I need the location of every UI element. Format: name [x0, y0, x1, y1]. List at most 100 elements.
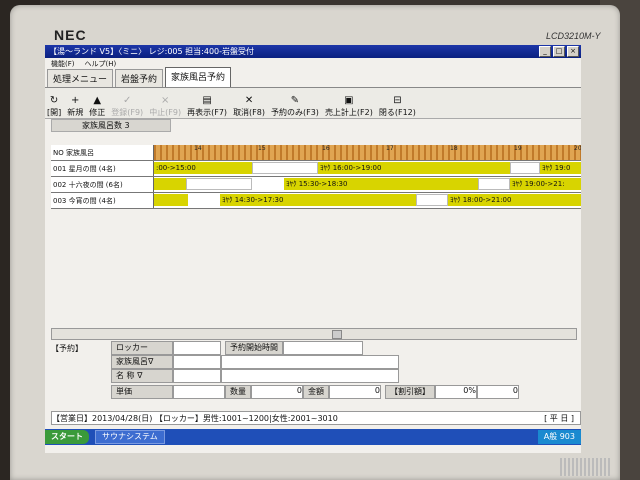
unit-price-label: 単価 — [111, 385, 173, 399]
monitor-vent — [560, 458, 610, 476]
row-timeline[interactable]: ﾖﾔｸ 15:30->18:30 ﾖﾔｸ 19:00->21: — [154, 177, 581, 192]
hour-tick: 19 — [514, 145, 522, 152]
plus-icon: + — [71, 95, 80, 106]
screen: 【湯～ランド V5】〈ミニ〉 レジ:005 担当:400-岩盤受付 _ □ × … — [45, 45, 581, 453]
hour-tick: 15 — [258, 145, 266, 152]
register-icon: ▣ — [344, 95, 354, 106]
up-arrow-icon: ▲ — [93, 95, 102, 106]
tab-menu[interactable]: 処理メニュー — [47, 69, 114, 87]
cancel-button[interactable]: ✕ 取消(F8) — [233, 95, 265, 118]
tab-family-bath[interactable]: 家族風呂予約 — [165, 67, 232, 87]
reservation-block[interactable]: :00->15:00 — [154, 162, 254, 174]
family-bath-select[interactable] — [173, 355, 221, 369]
register-button[interactable]: ✓ 登録(F9) — [111, 95, 143, 118]
reservation-block[interactable] — [154, 178, 188, 190]
status-text: 【営業日】2013/04/28(日) 【ロッカー】男性:1001~1200|女性… — [52, 413, 338, 423]
discount-amount-field[interactable]: 0 — [477, 385, 519, 399]
exit-icon: ⊟ — [393, 95, 402, 106]
row-timeline[interactable]: :00->15:00 ﾖﾔｸ 16:00->19:00 ﾖﾔｸ 19:0 — [154, 161, 581, 176]
close-screen-button[interactable]: ⊟ 閉る(F12) — [379, 95, 416, 118]
monitor-brand: NEC — [54, 27, 87, 43]
grid-header-label: NO 家族風呂 — [51, 145, 154, 160]
scroll-thumb[interactable] — [332, 330, 342, 339]
monitor-model: LCD3210M-Y — [546, 31, 601, 41]
hour-tick: 20 — [574, 145, 581, 152]
toolbar: ↻ [開] + 新規 ▲ 修正 ✓ 登録(F9) × 中止(F9) ▤ 再表示(F7) ✕ 取… — [45, 88, 581, 119]
reserve-only-button[interactable]: ✎ 予約のみ(F3) — [271, 95, 319, 118]
hour-tick: 17 — [386, 145, 394, 152]
document-icon: ▤ — [202, 95, 212, 106]
bath-name: 003 今宵の間 (4名) — [51, 193, 154, 208]
bath-count: 家族風呂数 3 — [51, 118, 171, 132]
amount-field[interactable]: 0 — [329, 385, 381, 399]
empty-slot[interactable] — [186, 178, 252, 190]
horizontal-scrollbar[interactable] — [51, 328, 577, 340]
reservation-block[interactable] — [154, 194, 188, 206]
post-sales-button[interactable]: ▣ 売上計上(F2) — [325, 95, 373, 118]
empty-slot[interactable] — [416, 194, 448, 206]
pencil-icon: ✎ — [290, 95, 300, 106]
menu-bar: 機能(F) ヘルプ(H) — [45, 58, 581, 69]
status-bar: 【営業日】2013/04/28(日) 【ロッカー】男性:1001~1200|女性… — [51, 411, 581, 425]
maximize-button[interactable]: □ — [553, 46, 565, 57]
reservation-block[interactable]: ﾖﾔｸ 19:00->21: — [510, 178, 581, 190]
name-label: 名 称 ∇ — [111, 369, 173, 383]
empty-slot[interactable] — [510, 162, 540, 174]
count-bar: 家族風呂数 3 — [45, 118, 581, 132]
bath-name: 002 十六夜の間 (6名) — [51, 177, 154, 192]
row-timeline[interactable]: ﾖﾔｸ 14:30->17:30 ﾖﾔｸ 18:00->21:00 — [154, 193, 581, 208]
form-section-label: 【予約】 — [51, 343, 83, 353]
new-button[interactable]: + 新規 — [67, 95, 83, 118]
reservation-block[interactable]: ﾖﾔｸ 14:30->17:30 — [220, 194, 418, 206]
discount-percent-field[interactable]: 0% — [435, 385, 477, 399]
table-row[interactable]: 001 星月の間 (4名) :00->15:00 ﾖﾔｸ 16:00->19:0… — [51, 161, 581, 177]
reservation-form: 【予約】 ロッカー 予約開始時間 家族風呂∇ 名 称 ∇ 単価 数量 0 金額 … — [51, 341, 579, 399]
hour-tick: 18 — [450, 145, 458, 152]
close-button[interactable]: × — [567, 46, 579, 57]
day-type-badge: [ 平 日 ] — [544, 413, 574, 423]
family-bath-name-field[interactable] — [221, 355, 399, 369]
system-tray[interactable]: A般 903 — [537, 430, 581, 444]
x-icon: × — [160, 95, 170, 106]
start-time-field[interactable] — [283, 341, 363, 355]
start-button[interactable]: スタート — [45, 430, 89, 444]
family-bath-label: 家族風呂∇ — [111, 355, 173, 369]
quantity-label: 数量 — [225, 385, 251, 399]
bath-name: 001 星月の間 (4名) — [51, 161, 154, 176]
open-button[interactable]: ↻ [開] — [47, 95, 61, 118]
redisplay-button[interactable]: ▤ 再表示(F7) — [187, 95, 227, 118]
locker-label: ロッカー — [111, 341, 173, 355]
hour-ruler: 14 15 16 17 18 19 20 — [154, 145, 581, 160]
grid-header: NO 家族風呂 14 15 16 17 18 19 20 — [51, 145, 581, 161]
menu-help[interactable]: ヘルプ(H) — [85, 59, 117, 69]
reservation-block[interactable]: ﾖﾔｸ 19:0 — [540, 162, 581, 174]
taskbar: スタート サウナシステム A般 903 — [45, 429, 581, 445]
locker-field[interactable] — [173, 341, 221, 355]
tab-bar: 処理メニュー 岩盤予約 家族風呂予約 — [45, 67, 581, 88]
quantity-field[interactable]: 0 — [251, 385, 303, 399]
window-title: 【湯～ランド V5】〈ミニ〉 レジ:005 担当:400-岩盤受付 — [49, 47, 255, 56]
unit-price-field[interactable] — [173, 385, 225, 399]
table-row[interactable]: 003 今宵の間 (4名) ﾖﾔｸ 14:30->17:30 ﾖﾔｸ 18:00… — [51, 193, 581, 209]
reservation-block[interactable]: ﾖﾔｸ 15:30->18:30 — [284, 178, 480, 190]
taskbar-app-sauna[interactable]: サウナシステム — [95, 430, 165, 444]
reservation-block[interactable]: ﾖﾔｸ 16:00->19:00 — [318, 162, 512, 174]
reservation-block[interactable]: ﾖﾔｸ 18:00->21:00 — [448, 194, 581, 206]
menu-function[interactable]: 機能(F) — [51, 59, 75, 69]
name-text-field[interactable] — [221, 369, 399, 383]
start-time-label: 予約開始時間 — [225, 341, 283, 355]
minimize-button[interactable]: _ — [539, 46, 551, 57]
empty-slot[interactable] — [252, 162, 318, 174]
edit-button[interactable]: ▲ 修正 — [89, 95, 105, 118]
title-bar: 【湯～ランド V5】〈ミニ〉 レジ:005 担当:400-岩盤受付 _ □ × — [45, 45, 581, 58]
tab-ganban[interactable]: 岩盤予約 — [115, 69, 164, 87]
discount-label: 【割引額】 — [385, 385, 435, 399]
abort-button[interactable]: × 中止(F9) — [149, 95, 181, 118]
refresh-icon: ↻ — [49, 95, 59, 106]
cross-icon: ✕ — [244, 95, 254, 106]
table-row[interactable]: 002 十六夜の間 (6名) ﾖﾔｸ 15:30->18:30 ﾖﾔｸ 19:0… — [51, 177, 581, 193]
check-icon: ✓ — [123, 95, 132, 106]
hour-tick: 16 — [322, 145, 330, 152]
empty-slot[interactable] — [478, 178, 510, 190]
name-select[interactable] — [173, 369, 221, 383]
